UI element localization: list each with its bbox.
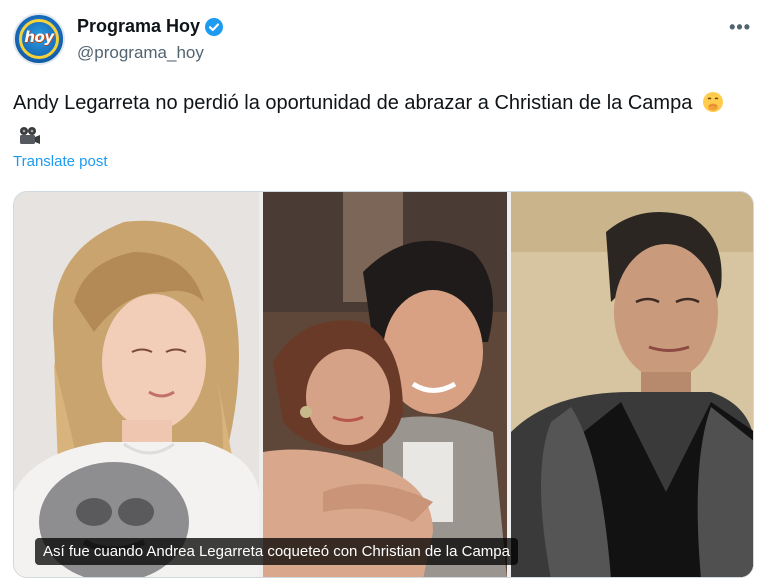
translate-post-link[interactable]: Translate post <box>13 153 108 170</box>
hug-photo[interactable] <box>263 192 507 577</box>
woman-portrait-photo[interactable] <box>14 192 259 577</box>
media-attachment[interactable]: Así fue cuando Andrea Legarreta coqueteó… <box>13 191 754 578</box>
name-row: Programa Hoy <box>77 16 224 37</box>
more-options-icon[interactable]: ••• <box>729 17 751 38</box>
movie-camera-emoji-icon <box>17 125 41 156</box>
verified-badge-icon[interactable] <box>205 17 224 36</box>
media-caption: Así fue cuando Andrea Legarreta coqueteó… <box>35 538 518 565</box>
display-name[interactable]: Programa Hoy <box>77 16 200 37</box>
account-handle[interactable]: @programa_hoy <box>77 43 204 63</box>
account-avatar[interactable]: hoy <box>13 13 65 65</box>
tweet-post: hoy Programa Hoy @programa_hoy ••• Andy … <box>0 0 768 585</box>
tweet-body: Andy Legarreta no perdió la oportunidad … <box>13 92 693 114</box>
avatar-logo-text: hoy <box>24 28 54 46</box>
tweet-text: Andy Legarreta no perdió la oportunidad … <box>13 88 753 156</box>
man-portrait-photo[interactable] <box>511 192 753 577</box>
hand-over-mouth-emoji-icon <box>702 91 724 122</box>
